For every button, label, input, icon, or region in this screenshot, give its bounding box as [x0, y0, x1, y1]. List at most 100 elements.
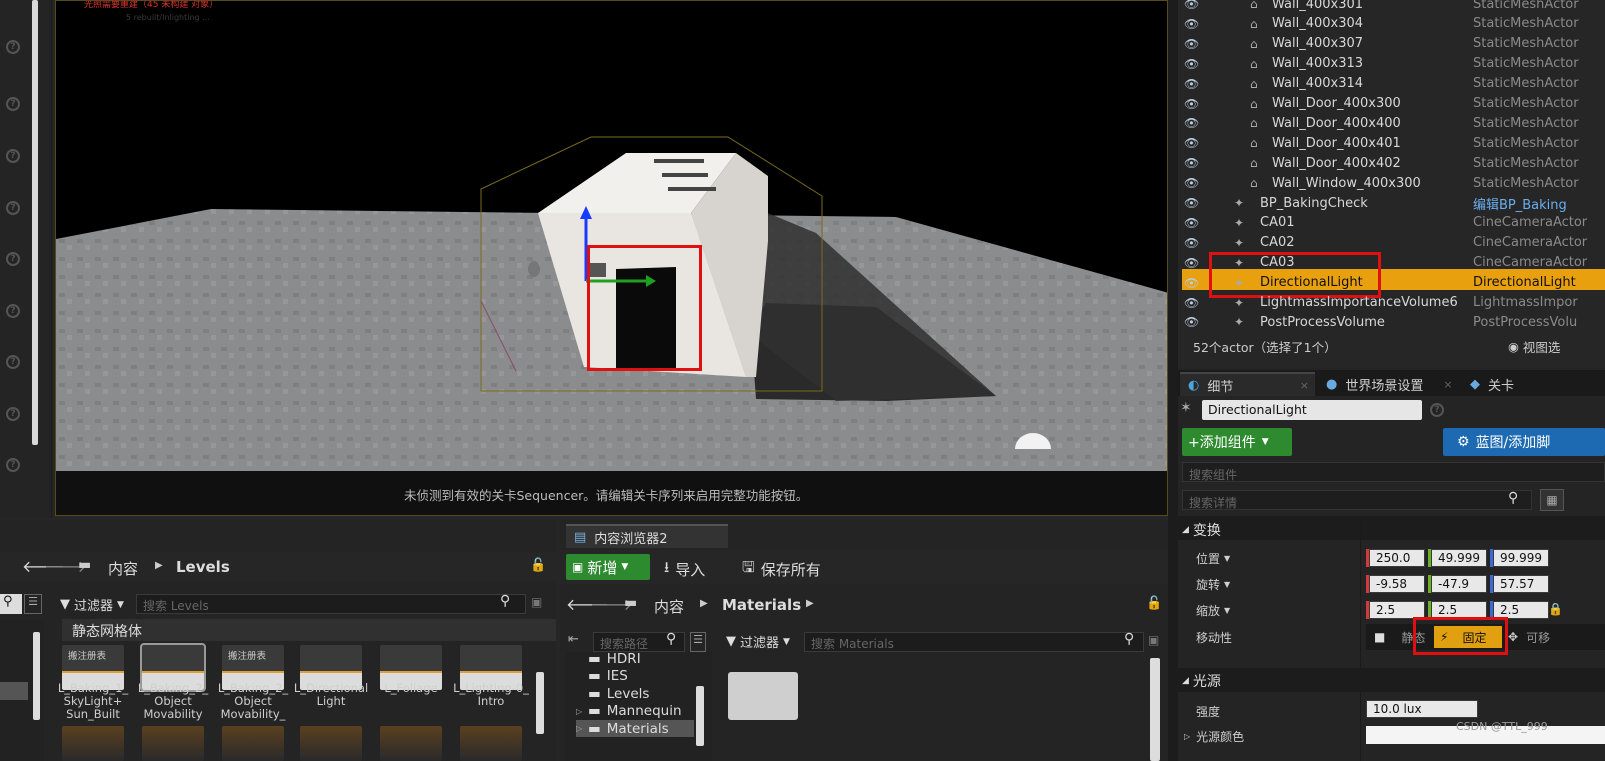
outliner-row[interactable]: 👁 ⌂ Wall_400x304 StaticMeshActor [1184, 14, 1605, 34]
cb2-path-0[interactable]: 内容 [654, 596, 684, 617]
help-icon[interactable]: ? [6, 458, 20, 472]
outliner-row[interactable]: 👁 ⌂ Wall_Door_400x401 StaticMeshActor [1184, 133, 1605, 153]
close-icon[interactable]: × [1300, 379, 1309, 392]
eye-icon[interactable]: 👁 [1184, 97, 1199, 111]
help-icon[interactable]: ? [6, 252, 20, 266]
tab-level[interactable]: ◆ 关卡 [1470, 375, 1514, 394]
new-button[interactable]: ▣ 新增 ▼ [566, 554, 650, 580]
eye-icon[interactable]: 👁 [1184, 236, 1199, 250]
rot-field[interactable]: -9.58 [1369, 575, 1425, 593]
location-label[interactable]: 位置 ▼ [1196, 550, 1230, 567]
save-search-icon[interactable]: ▣ [1148, 633, 1159, 647]
level-thumbnail[interactable] [62, 726, 124, 761]
eye-icon[interactable]: 👁 [1184, 0, 1199, 11]
folder-thumbnail-icon[interactable] [728, 672, 798, 720]
light-header[interactable]: ◢ 光源 [1182, 671, 1221, 691]
scale-label[interactable]: 缩放 ▼ [1196, 602, 1230, 619]
cb1-filter-button[interactable]: ▼ 过滤器 ▼ [60, 595, 124, 614]
add-component-button[interactable]: +添加组件 ▼ [1182, 428, 1292, 456]
eye-icon[interactable]: 👁 [1184, 276, 1199, 290]
intensity-field[interactable]: 10.0 lux [1366, 700, 1478, 718]
search-icon[interactable]: ⚲ [1508, 490, 1518, 506]
eye-icon[interactable]: 👁 [1184, 216, 1199, 230]
scl-field[interactable]: 2.5 [1369, 601, 1425, 619]
outliner-row[interactable]: 👁 ⌂ Wall_Door_400x402 StaticMeshActor [1184, 153, 1605, 173]
cb2-tree-scrollbar[interactable] [696, 686, 704, 746]
light-color-label[interactable]: ▷ 光源颜色 [1184, 728, 1244, 745]
outliner-row[interactable]: 👁 ✦ PostProcessVolume PostProcessVolu [1184, 312, 1605, 332]
eye-icon[interactable]: 👁 [1184, 176, 1199, 190]
cb1-list-icon[interactable]: ☰ [24, 594, 42, 614]
outliner-row[interactable]: 👁 ⌂ Wall_400x313 StaticMeshActor [1184, 54, 1605, 74]
level-thumbnail[interactable] [300, 726, 362, 761]
folder-tree-item[interactable]: ▷ ▬ Mannequin [576, 703, 694, 720]
cb2-tab[interactable]: ▤ 内容浏览器2 [566, 524, 728, 548]
eye-icon[interactable]: 👁 [1184, 17, 1199, 31]
level-thumbnail[interactable] [222, 726, 284, 761]
tab-world-settings[interactable]: ● 世界场景设置 × [1326, 375, 1453, 394]
help-icon[interactable]: ? [6, 97, 20, 111]
outliner-row[interactable]: 👁 ⌂ Wall_Door_400x400 StaticMeshActor [1184, 113, 1605, 133]
scl-field[interactable]: 2.5 [1431, 601, 1487, 619]
eye-icon[interactable]: 👁 [1184, 37, 1199, 51]
lock-icon[interactable]: 🔓 [1146, 596, 1162, 611]
outliner-row[interactable]: 👁 ✦ LightmassImportanceVolume6 LightmassImp… [1184, 293, 1605, 313]
eye-icon[interactable]: 👁 [1184, 315, 1199, 329]
eye-icon[interactable]: 👁 [1184, 136, 1199, 150]
outliner-row[interactable]: 👁 ✦ CA03 CineCameraActor [1184, 253, 1605, 273]
view-options[interactable]: ◉ 视图选 [1508, 337, 1560, 356]
cb2-list-icon[interactable]: ☰ [690, 632, 706, 652]
mobility-stationary[interactable]: ⚡ 固定 [1434, 626, 1502, 648]
level-thumbnail[interactable] [380, 726, 442, 761]
cb2-filter-button[interactable]: ▼ 过滤器 ▼ [726, 632, 790, 651]
loc-field[interactable]: 250.0 [1369, 549, 1425, 567]
help-icon[interactable]: ? [1430, 403, 1444, 417]
outliner-row[interactable]: 👁 ✦ CA02 CineCameraActor [1184, 233, 1605, 253]
search-icon[interactable]: ⚲ [1124, 631, 1134, 647]
eye-icon[interactable]: 👁 [1184, 116, 1199, 130]
eye-icon[interactable]: 👁 [1184, 256, 1199, 270]
level-thumbnail[interactable] [460, 726, 522, 761]
cb2-scrollbar[interactable] [1150, 658, 1160, 761]
help-icon[interactable]: ? [6, 149, 20, 163]
lock-icon[interactable]: 🔓 [530, 558, 546, 573]
outliner-row[interactable]: 👁 ⌂ Wall_400x307 StaticMeshActor [1184, 34, 1605, 54]
folder-tree-item[interactable]: ▬ Levels [576, 685, 694, 702]
help-icon[interactable]: ? [6, 355, 20, 369]
search-details-input[interactable]: 搜索详情 [1182, 490, 1532, 510]
rot-field[interactable]: 57.57 [1493, 575, 1549, 593]
help-icon[interactable]: ? [6, 407, 20, 421]
save-all-button[interactable]: 🖫 保存所有 [742, 557, 821, 582]
cb1-search-button[interactable]: ⚲ [0, 594, 22, 614]
outliner-row[interactable]: 👁 ⌂ Wall_Window_400x300 StaticMeshActor [1184, 173, 1605, 193]
rotation-label[interactable]: 旋转 ▼ [1196, 576, 1230, 593]
folder-tree-item[interactable]: ▬ HDRI [576, 650, 694, 667]
cb1-path-1[interactable]: Levels [176, 558, 230, 576]
blueprint-button[interactable]: ⚙ 蓝图/添加脚 [1443, 428, 1605, 456]
left-toolbar-scrollbar[interactable] [32, 0, 38, 445]
cb2-search-input[interactable]: 搜索 Materials [804, 632, 1144, 652]
scl-field[interactable]: 2.5 [1493, 601, 1549, 619]
cb1-path-0[interactable]: 内容 [108, 558, 138, 579]
outliner-row[interactable]: 👁 ⌂ Wall_Door_400x300 StaticMeshActor [1184, 94, 1605, 114]
help-icon[interactable]: ? [6, 201, 20, 215]
cb2-path-1[interactable]: Materials [722, 596, 801, 614]
rot-field[interactable]: -47.9 [1431, 575, 1487, 593]
import-button[interactable]: ⭳ 导入 [664, 557, 705, 582]
eye-icon[interactable]: 👁 [1184, 196, 1199, 210]
folder-tree-item[interactable]: ▷ ▬ Materials [576, 720, 694, 737]
scale-lock-icon[interactable]: 🔒 [1548, 602, 1563, 616]
loc-field[interactable]: 49.999 [1431, 549, 1487, 567]
cb1-scrollbar[interactable] [33, 632, 40, 720]
eye-icon[interactable]: 👁 [1184, 296, 1199, 310]
search-icon[interactable]: ⚲ [666, 631, 676, 647]
outliner-row[interactable]: 👁 ✦ DirectionalLight DirectionalLight [1184, 273, 1605, 293]
eye-icon[interactable]: 👁 [1184, 57, 1199, 71]
eye-icon[interactable]: 👁 [1184, 77, 1199, 91]
help-icon[interactable]: ? [6, 40, 20, 54]
cb1-search-input[interactable]: 搜索 Levels [136, 594, 526, 614]
sources-icon[interactable]: ⇤ [568, 632, 579, 647]
folder-tree-item[interactable]: ▬ IES [576, 668, 694, 685]
tab-details[interactable]: ◐ 细节 × [1180, 372, 1315, 396]
cb1-right-scrollbar[interactable] [536, 672, 544, 734]
